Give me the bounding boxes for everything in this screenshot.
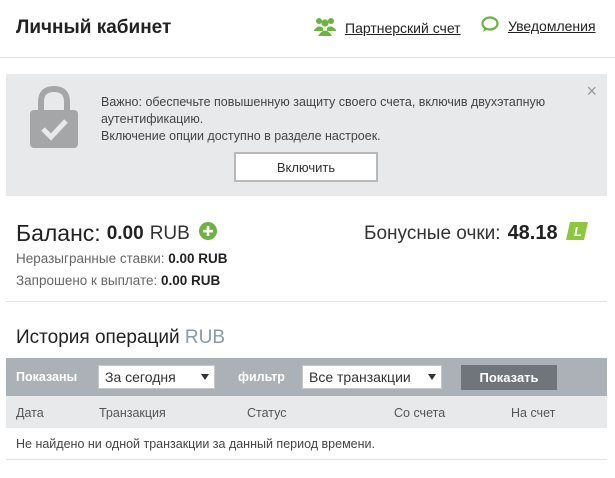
header: Личный кабинет Партнерский счет Уведомле… <box>0 0 615 58</box>
show-button[interactable]: Показать <box>461 365 557 390</box>
withdraw-requested-value: 0.00 RUB <box>161 273 221 288</box>
balance-value: 0.00 <box>106 222 144 244</box>
divider <box>6 459 607 460</box>
table-header: Дата Транзакция Статус Со счета На счет <box>6 396 607 428</box>
users-icon <box>314 16 336 39</box>
filter-bar: Показаны За сегодня фильтр Все транзакци… <box>6 358 607 396</box>
balance-label: Баланс: <box>16 220 101 246</box>
bonus-value: 48.18 <box>507 222 558 244</box>
divider <box>6 301 607 302</box>
bonus-points: Бонусные очки: 48.18 L <box>364 222 588 245</box>
loyalty-badge-icon: L <box>565 222 588 245</box>
add-funds-icon[interactable] <box>198 222 217 245</box>
filter-label: фильтр <box>238 370 285 384</box>
transaction-filter-value: Все транзакции <box>309 369 411 385</box>
history-title: История операций RUB <box>16 327 225 349</box>
chevron-down-icon <box>428 374 436 380</box>
unsettled-bets: Неразыгранные ставки: 0.00 RUB <box>16 251 228 266</box>
period-select-value: За сегодня <box>105 369 176 385</box>
unsettled-bets-value: 0.00 RUB <box>168 251 228 266</box>
withdraw-requested-label: Запрошено к выплате: <box>16 273 158 288</box>
transaction-filter-select[interactable]: Все транзакции <box>302 365 442 389</box>
period-select[interactable]: За сегодня <box>98 365 215 389</box>
partner-account-link[interactable]: Партнерский счет <box>314 16 461 39</box>
unsettled-bets-label: Неразыгранные ставки: <box>16 251 165 266</box>
bonus-label: Бонусные очки: <box>364 222 501 244</box>
column-header-to-account[interactable]: На счет <box>511 406 555 420</box>
history-currency: RUB <box>184 327 226 348</box>
alert-message: Важно: обеспечьте повышенную защиту свое… <box>101 94 581 145</box>
partner-account-label: Партнерский счет <box>345 19 461 36</box>
page-title: Личный кабинет <box>16 17 172 38</box>
enable-2fa-button[interactable]: Включить <box>234 152 378 182</box>
empty-table-message: Не найдено ни одной транзакции за данный… <box>16 437 375 451</box>
close-icon[interactable]: × <box>586 82 597 100</box>
notifications-link[interactable]: Уведомления <box>481 16 596 36</box>
withdraw-requested: Запрошено к выплате: 0.00 RUB <box>16 273 220 288</box>
alert-line-1: Важно: обеспечьте повышенную защиту свое… <box>101 95 546 126</box>
column-header-status[interactable]: Статус <box>247 406 287 420</box>
shown-label: Показаны <box>16 370 78 384</box>
balance-currency: RUB <box>149 222 190 244</box>
history-title-text: История операций <box>16 327 180 348</box>
balance: Баланс: 0.00 RUB <box>16 220 217 247</box>
column-header-date[interactable]: Дата <box>16 406 44 420</box>
chevron-down-icon <box>201 374 209 380</box>
security-alert: Важно: обеспечьте повышенную защиту свое… <box>6 74 607 196</box>
speech-bubble-icon <box>481 16 499 36</box>
notifications-label: Уведомления <box>508 18 596 34</box>
lock-icon <box>28 85 80 153</box>
alert-line-2: Включение опции доступно в разделе настр… <box>101 129 381 143</box>
column-header-transaction[interactable]: Транзакция <box>99 406 166 420</box>
column-header-from-account[interactable]: Со счета <box>394 406 445 420</box>
loyalty-badge-letter: L <box>574 224 582 239</box>
